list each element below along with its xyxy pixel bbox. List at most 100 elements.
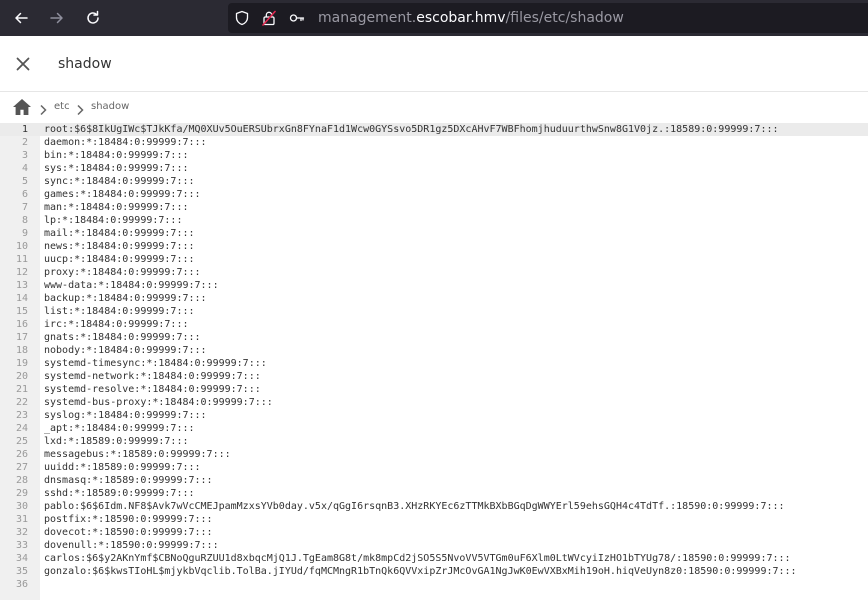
code-line[interactable]: 20 systemd-network:*:18484:0:99999:7::: bbox=[0, 370, 868, 383]
line-text[interactable]: www-data:*:18484:0:99999:7::: bbox=[44, 279, 219, 292]
code-line[interactable]: 30 pablo:$6$6Idm.NF8$Avk7wVcCMEJpamMzxsYV… bbox=[0, 500, 868, 513]
breadcrumb-item-shadow[interactable]: shadow bbox=[91, 100, 129, 114]
code-line[interactable]: 21 systemd-resolve:*:18484:0:99999:7::: bbox=[0, 383, 868, 396]
reload-button[interactable] bbox=[76, 0, 110, 36]
key-icon[interactable] bbox=[289, 10, 305, 26]
line-number: 22 bbox=[15, 397, 28, 408]
line-number: 10 bbox=[15, 241, 28, 252]
code-line[interactable]: 8 lp:*:18484:0:99999:7::: bbox=[0, 214, 868, 227]
code-line[interactable]: 31 postfix:*:18590:0:99999:7::: bbox=[0, 513, 868, 526]
reload-icon bbox=[87, 10, 99, 24]
code-line[interactable]: 15 list:*:18484:0:99999:7::: bbox=[0, 305, 868, 318]
line-text[interactable]: postfix:*:18590:0:99999:7::: bbox=[44, 513, 213, 526]
home-icon bbox=[13, 99, 31, 115]
line-text[interactable]: pablo:$6$6Idm.NF8$Avk7wVcCMEJpamMzxsYVb0… bbox=[44, 500, 785, 513]
line-text[interactable]: messagebus:*:18589:0:99999:7::: bbox=[44, 448, 231, 461]
code-line[interactable]: 5 sync:*:18484:0:99999:7::: bbox=[0, 175, 868, 188]
address-bar[interactable]: management.escobar.hmv/files/etc/shadow bbox=[228, 3, 868, 33]
line-number: 6 bbox=[21, 189, 28, 200]
code-line[interactable]: 3 bin:*:18484:0:99999:7::: bbox=[0, 149, 868, 162]
line-text[interactable]: mail:*:18484:0:99999:7::: bbox=[44, 227, 195, 240]
code-line[interactable]: 35 gonzalo:$6$kwsTIoHL$mjykbVqclib.TolBa.… bbox=[0, 565, 868, 578]
code-line[interactable]: 36 bbox=[0, 578, 868, 591]
line-text[interactable]: systemd-timesync:*:18484:0:99999:7::: bbox=[44, 357, 267, 370]
code-line[interactable]: 4 sys:*:18484:0:99999:7::: bbox=[0, 162, 868, 175]
close-icon bbox=[16, 57, 30, 71]
line-text[interactable]: _apt:*:18484:0:99999:7::: bbox=[44, 422, 195, 435]
forward-arrow-icon bbox=[50, 12, 63, 24]
code-line[interactable]: 28 dnsmasq:*:18589:0:99999:7::: bbox=[0, 474, 868, 487]
line-text[interactable]: uucp:*:18484:0:99999:7::: bbox=[44, 253, 195, 266]
code-line[interactable]: 2 daemon:*:18484:0:99999:7::: bbox=[0, 136, 868, 149]
back-button[interactable] bbox=[4, 0, 38, 36]
line-text[interactable]: sys:*:18484:0:99999:7::: bbox=[44, 162, 189, 175]
line-text[interactable]: uuidd:*:18589:0:99999:7::: bbox=[44, 461, 201, 474]
code-line[interactable]: 10 news:*:18484:0:99999:7::: bbox=[0, 240, 868, 253]
line-text[interactable]: sync:*:18484:0:99999:7::: bbox=[44, 175, 195, 188]
line-text[interactable]: systemd-resolve:*:18484:0:99999:7::: bbox=[44, 383, 261, 396]
line-text[interactable]: sshd:*:18589:0:99999:7::: bbox=[44, 487, 195, 500]
line-number: 9 bbox=[21, 228, 28, 239]
line-text[interactable]: irc:*:18484:0:99999:7::: bbox=[44, 318, 189, 331]
code-line[interactable]: 26 messagebus:*:18589:0:99999:7::: bbox=[0, 448, 868, 461]
line-text[interactable]: list:*:18484:0:99999:7::: bbox=[44, 305, 195, 318]
code-line[interactable]: 23 syslog:*:18484:0:99999:7::: bbox=[0, 409, 868, 422]
line-text[interactable]: nobody:*:18484:0:99999:7::: bbox=[44, 344, 207, 357]
line-number: 24 bbox=[15, 423, 28, 434]
code-line[interactable]: 16 irc:*:18484:0:99999:7::: bbox=[0, 318, 868, 331]
line-text[interactable]: gnats:*:18484:0:99999:7::: bbox=[44, 331, 201, 344]
code-line[interactable]: 6 games:*:18484:0:99999:7::: bbox=[0, 188, 868, 201]
close-button[interactable] bbox=[12, 53, 34, 75]
code-line[interactable]: 25 lxd:*:18589:0:99999:7::: bbox=[0, 435, 868, 448]
breadcrumb-home[interactable] bbox=[12, 98, 32, 116]
forward-button[interactable] bbox=[40, 0, 74, 36]
line-text[interactable]: systemd-network:*:18484:0:99999:7::: bbox=[44, 370, 261, 383]
code-line[interactable]: 9 mail:*:18484:0:99999:7::: bbox=[0, 227, 868, 240]
line-text[interactable]: lxd:*:18589:0:99999:7::: bbox=[44, 435, 189, 448]
code-line[interactable]: 14 backup:*:18484:0:99999:7::: bbox=[0, 292, 868, 305]
code-line[interactable]: 34 carlos:$6$y2AKnYmf$CBNoQguRZUU1d8xbqcM… bbox=[0, 552, 868, 565]
code-line[interactable]: 12 proxy:*:18484:0:99999:7::: bbox=[0, 266, 868, 279]
line-number: 20 bbox=[15, 371, 28, 382]
code-editor[interactable]: 1 root:$6$8IkUgIWc$TJkKfa/MQ0XUv5OuERSUbr… bbox=[0, 123, 868, 600]
line-number: 5 bbox=[21, 176, 28, 187]
code-line[interactable]: 24 _apt:*:18484:0:99999:7::: bbox=[0, 422, 868, 435]
shield-icon[interactable] bbox=[234, 10, 250, 26]
line-text[interactable]: lp:*:18484:0:99999:7::: bbox=[44, 214, 182, 227]
line-text[interactable]: proxy:*:18484:0:99999:7::: bbox=[44, 266, 201, 279]
code-line[interactable]: 1 root:$6$8IkUgIWc$TJkKfa/MQ0XUv5OuERSUbr… bbox=[0, 123, 868, 136]
line-number: 35 bbox=[15, 566, 28, 577]
code-line[interactable]: 27 uuidd:*:18589:0:99999:7::: bbox=[0, 461, 868, 474]
url-prefix: management. bbox=[318, 10, 417, 26]
code-line[interactable]: 18 nobody:*:18484:0:99999:7::: bbox=[0, 344, 868, 357]
line-number: 1 bbox=[21, 124, 28, 135]
code-line[interactable]: 22 systemd-bus-proxy:*:18484:0:99999:7::: bbox=[0, 396, 868, 409]
line-text[interactable]: gonzalo:$6$kwsTIoHL$mjykbVqclib.TolBa.jI… bbox=[44, 565, 797, 578]
line-text[interactable]: bin:*:18484:0:99999:7::: bbox=[44, 149, 189, 162]
code-line[interactable]: 19 systemd-timesync:*:18484:0:99999:7::: bbox=[0, 357, 868, 370]
code-line[interactable]: 7 man:*:18484:0:99999:7::: bbox=[0, 201, 868, 214]
line-number: 34 bbox=[15, 553, 28, 564]
breadcrumb-item-etc[interactable]: etc bbox=[54, 100, 70, 114]
url-text[interactable]: management.escobar.hmv/files/etc/shadow bbox=[318, 9, 624, 27]
line-text[interactable]: carlos:$6$y2AKnYmf$CBNoQguRZUU1d8xbqcMjQ… bbox=[44, 552, 791, 565]
code-line[interactable]: 13 www-data:*:18484:0:99999:7::: bbox=[0, 279, 868, 292]
line-text[interactable]: news:*:18484:0:99999:7::: bbox=[44, 240, 195, 253]
line-text[interactable]: games:*:18484:0:99999:7::: bbox=[44, 188, 201, 201]
line-text[interactable]: dovecot:*:18590:0:99999:7::: bbox=[44, 526, 213, 539]
line-text[interactable]: systemd-bus-proxy:*:18484:0:99999:7::: bbox=[44, 396, 273, 409]
line-text[interactable]: daemon:*:18484:0:99999:7::: bbox=[44, 136, 207, 149]
code-line[interactable]: 29 sshd:*:18589:0:99999:7::: bbox=[0, 487, 868, 500]
line-text[interactable]: man:*:18484:0:99999:7::: bbox=[44, 201, 189, 214]
code-line[interactable]: 33 dovenull:*:18590:0:99999:7::: bbox=[0, 539, 868, 552]
code-line[interactable]: 32 dovecot:*:18590:0:99999:7::: bbox=[0, 526, 868, 539]
code-line[interactable]: 17 gnats:*:18484:0:99999:7::: bbox=[0, 331, 868, 344]
line-text[interactable]: root:$6$8IkUgIWc$TJkKfa/MQ0XUv5OuERSUbrx… bbox=[44, 123, 779, 136]
code-line[interactable]: 11 uucp:*:18484:0:99999:7::: bbox=[0, 253, 868, 266]
insecure-lock-icon[interactable] bbox=[261, 10, 277, 26]
line-text[interactable]: dnsmasq:*:18589:0:99999:7::: bbox=[44, 474, 213, 487]
line-text[interactable]: syslog:*:18484:0:99999:7::: bbox=[44, 409, 207, 422]
line-text[interactable]: backup:*:18484:0:99999:7::: bbox=[44, 292, 207, 305]
line-text[interactable]: dovenull:*:18590:0:99999:7::: bbox=[44, 539, 219, 552]
line-number: 28 bbox=[15, 475, 28, 486]
